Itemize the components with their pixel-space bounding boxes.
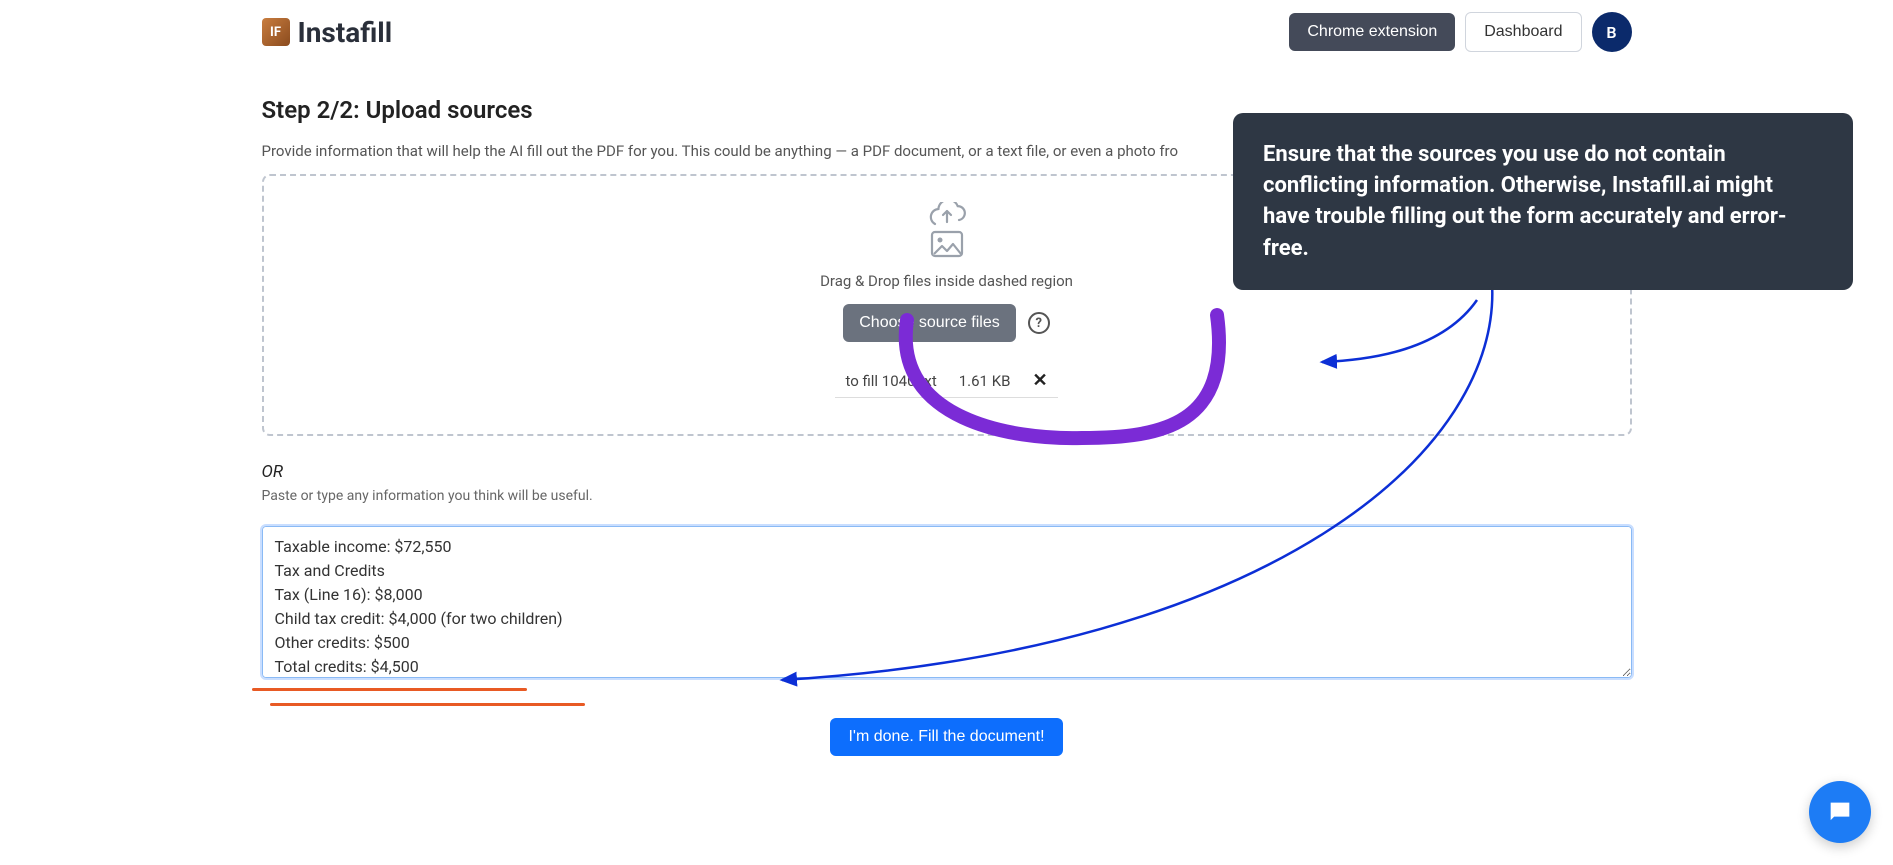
file-size: 1.61 KB	[959, 372, 1011, 390]
paste-hint: Paste or type any information you think …	[262, 488, 1632, 504]
choose-files-button[interactable]: Choose source files	[843, 304, 1016, 342]
header: IF Instafill Chrome extension Dashboard …	[262, 0, 1632, 64]
logo-text: Instafill	[298, 16, 393, 49]
file-name: to fill 1040.txt	[845, 372, 936, 390]
info-textarea[interactable]	[262, 526, 1632, 678]
or-label: OR	[262, 462, 1632, 482]
annotation-underline	[252, 688, 585, 706]
chat-icon	[1826, 798, 1854, 826]
header-actions: Chrome extension Dashboard B	[1289, 12, 1631, 52]
dashboard-button[interactable]: Dashboard	[1465, 12, 1581, 52]
logo-image: IF	[262, 18, 290, 46]
avatar[interactable]: B	[1592, 12, 1632, 52]
uploaded-file-row: to fill 1040.txt 1.61 KB ✕	[835, 370, 1057, 398]
fill-document-button[interactable]: I'm done. Fill the document!	[830, 718, 1062, 756]
chat-fab[interactable]	[1809, 781, 1871, 843]
image-icon	[926, 230, 968, 260]
chrome-extension-button[interactable]: Chrome extension	[1289, 13, 1455, 51]
tip-callout: Ensure that the sources you use do not c…	[1233, 113, 1853, 290]
remove-file-icon[interactable]: ✕	[1032, 370, 1047, 391]
logo[interactable]: IF Instafill	[262, 16, 393, 49]
help-icon[interactable]: ?	[1028, 312, 1050, 334]
